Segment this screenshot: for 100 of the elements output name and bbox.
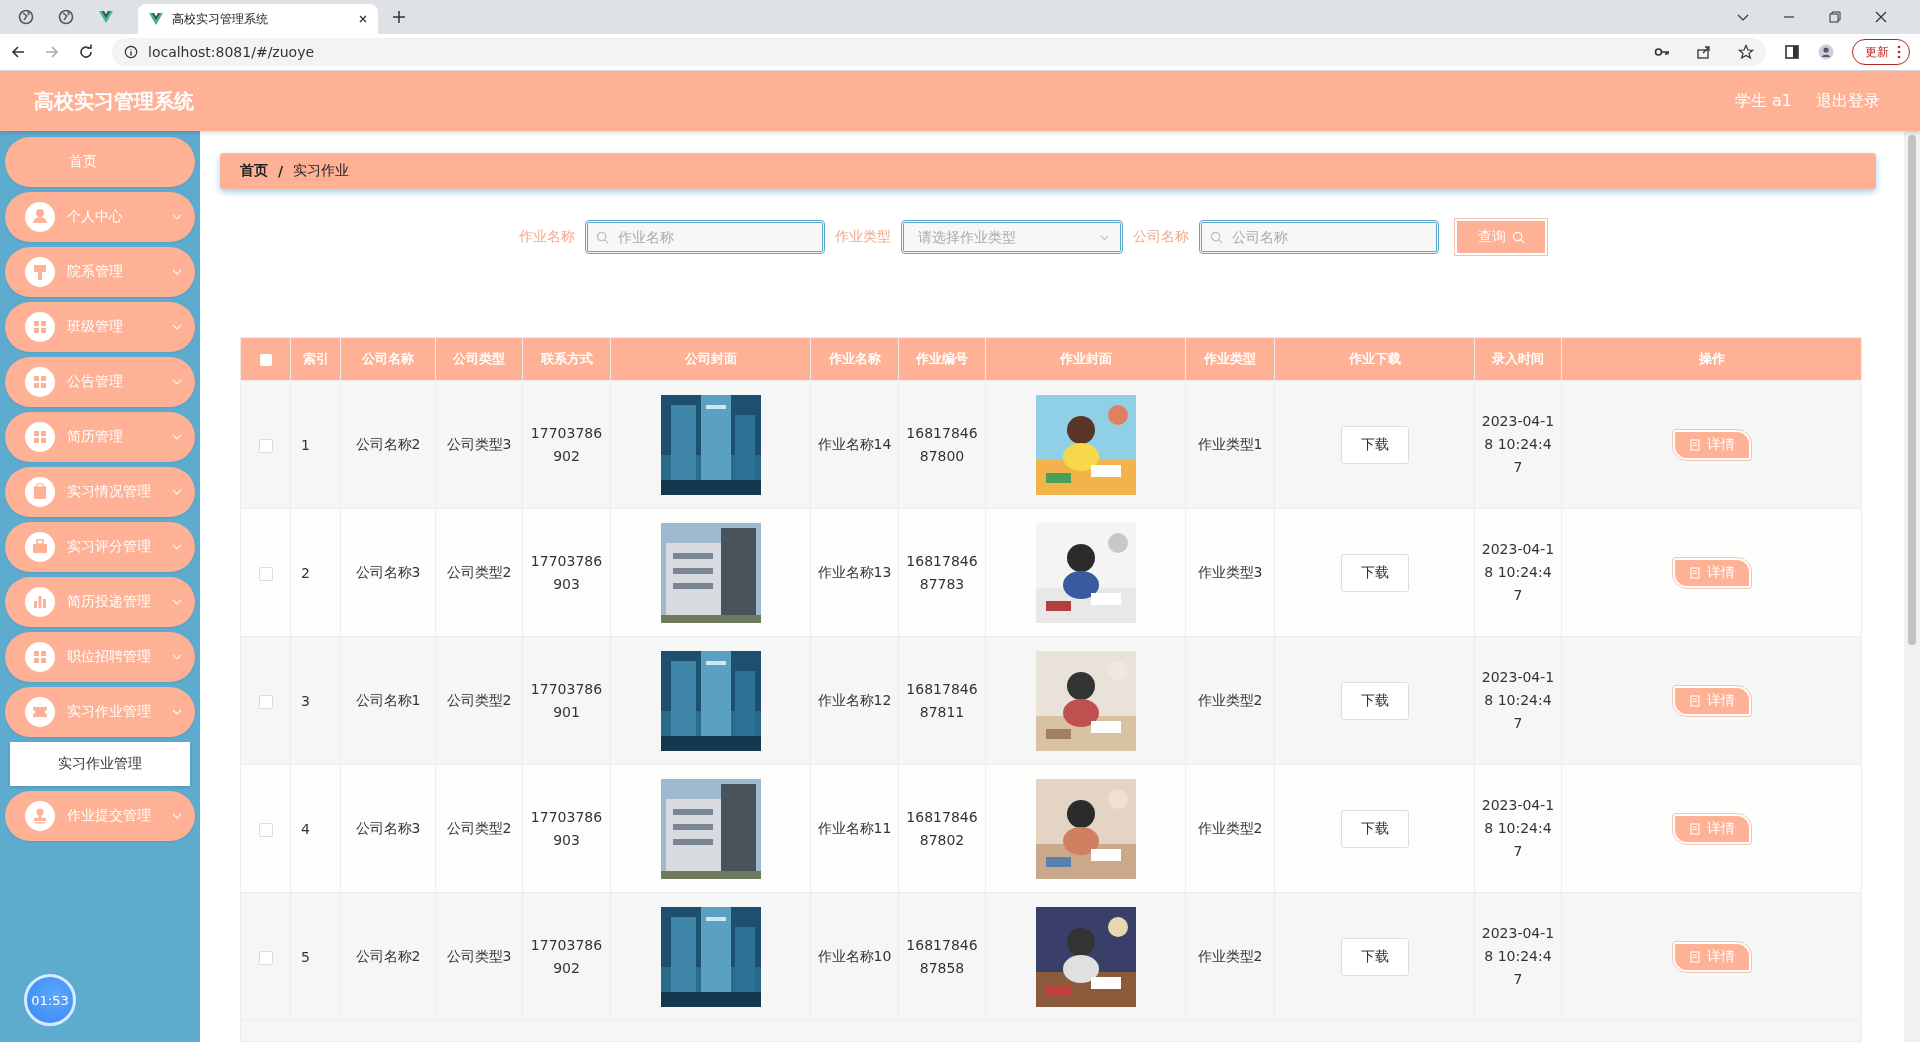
grid-icon bbox=[25, 367, 55, 397]
download-button[interactable]: 下载 bbox=[1340, 937, 1409, 976]
document-icon bbox=[1688, 438, 1701, 451]
table-cell-text: 2023-04-18 10:24:47 bbox=[1481, 668, 1555, 733]
submenu-item[interactable]: 实习作业管理 bbox=[10, 742, 190, 786]
address-field[interactable]: localhost:8081/#/zuoye bbox=[112, 38, 1766, 66]
profile-icon[interactable] bbox=[1818, 44, 1834, 60]
app-title: 高校实习管理系统 bbox=[34, 87, 194, 115]
table-cell: 1 bbox=[301, 436, 310, 453]
menu-item[interactable]: 实习作业管理 bbox=[5, 687, 195, 737]
timer-badge: 01:53 bbox=[24, 974, 76, 1026]
download-button[interactable]: 下载 bbox=[1340, 809, 1409, 848]
table-cell: 公司名称2 bbox=[355, 435, 421, 452]
table-cell: 公司类型2 bbox=[446, 563, 512, 580]
menu-item[interactable]: 公告管理 bbox=[5, 357, 195, 407]
menu-item[interactable]: 职位招聘管理 bbox=[5, 632, 195, 682]
field-label: 公司名称 bbox=[1133, 228, 1189, 246]
restore-icon[interactable] bbox=[1828, 10, 1842, 24]
menu-item[interactable]: 院系管理 bbox=[5, 247, 195, 297]
breadcrumb-link[interactable]: 首页 bbox=[240, 162, 268, 180]
search-icon bbox=[1511, 230, 1525, 244]
row-checkbox[interactable] bbox=[258, 438, 273, 453]
column-header: 公司名称 bbox=[340, 337, 436, 381]
browser-tab[interactable]: 高校实习管理系统 bbox=[138, 4, 378, 34]
search-field[interactable]: 作业名称 bbox=[585, 220, 825, 254]
menu-item[interactable]: 简历投递管理 bbox=[5, 577, 195, 627]
details-button[interactable]: 详情 bbox=[1672, 941, 1751, 972]
star-icon[interactable] bbox=[1738, 44, 1754, 60]
more-icon bbox=[1897, 45, 1901, 59]
globe-icon[interactable] bbox=[58, 9, 74, 25]
select-all-checkbox[interactable] bbox=[259, 354, 272, 366]
scrollbar[interactable] bbox=[1904, 131, 1920, 1042]
update-button[interactable]: 更新 bbox=[1852, 39, 1910, 65]
row-checkbox[interactable] bbox=[258, 950, 273, 965]
user-name: 学生 a1 bbox=[1734, 90, 1792, 112]
globe-icon[interactable] bbox=[18, 9, 34, 25]
close-tab-icon[interactable] bbox=[358, 14, 368, 24]
table-cell: 公司类型3 bbox=[446, 947, 512, 964]
clipboard-icon bbox=[25, 477, 55, 507]
reload-icon[interactable] bbox=[78, 44, 94, 60]
menu-item[interactable]: 班级管理 bbox=[5, 302, 195, 352]
menu-item[interactable]: 个人中心 bbox=[5, 192, 195, 242]
new-tab-icon[interactable] bbox=[392, 10, 406, 24]
table-cell: 作业类型3 bbox=[1197, 563, 1263, 580]
briefcase-icon bbox=[25, 532, 55, 562]
v-logo-icon[interactable] bbox=[98, 9, 114, 25]
details-button[interactable]: 详情 bbox=[1672, 557, 1751, 588]
column-header: 索引 bbox=[290, 337, 341, 381]
close-icon[interactable] bbox=[1874, 10, 1888, 24]
download-button[interactable]: 下载 bbox=[1340, 681, 1409, 720]
logout-link[interactable]: 退出登录 bbox=[1816, 90, 1880, 112]
share-icon[interactable] bbox=[1696, 44, 1712, 60]
table-cell: 公司名称3 bbox=[355, 563, 421, 580]
grid-icon bbox=[25, 642, 55, 672]
column-header: 联系方式 bbox=[522, 337, 611, 381]
details-button[interactable]: 详情 bbox=[1672, 429, 1751, 460]
search-field[interactable]: 公司名称 bbox=[1199, 220, 1439, 254]
table-cell-text: 17703786902 bbox=[529, 935, 604, 978]
grid-icon bbox=[25, 312, 55, 342]
row-checkbox[interactable] bbox=[258, 566, 273, 581]
table-cell: 3 bbox=[301, 692, 310, 709]
menu-item[interactable]: 首页 bbox=[5, 137, 195, 187]
menu-item[interactable]: 简历管理 bbox=[5, 412, 195, 462]
table-cell-text: 1681784687800 bbox=[905, 423, 979, 466]
column-header: 录入时间 bbox=[1474, 337, 1562, 381]
table-cell-text: 作业名称11 bbox=[817, 819, 892, 838]
bar-chart-icon bbox=[25, 587, 55, 617]
column-header: 操作 bbox=[1561, 337, 1862, 381]
menu-item[interactable]: 实习评分管理 bbox=[5, 522, 195, 572]
table-cell: 作业类型2 bbox=[1197, 819, 1263, 836]
search-button[interactable]: 查询 bbox=[1455, 219, 1547, 255]
menu-item[interactable]: 作业提交管理 bbox=[5, 791, 195, 841]
document-icon bbox=[1688, 694, 1701, 707]
table-cell: 公司名称2 bbox=[355, 947, 421, 964]
table-cell: 作业类型1 bbox=[1197, 435, 1263, 452]
details-button[interactable]: 详情 bbox=[1672, 813, 1751, 844]
table-cell: 公司类型2 bbox=[446, 691, 512, 708]
table-cell-text: 17703786901 bbox=[529, 679, 604, 722]
stamp-icon bbox=[25, 801, 55, 831]
table-cell-text: 作业名称10 bbox=[817, 947, 892, 966]
back-icon[interactable] bbox=[10, 44, 26, 60]
breadcrumb-link[interactable]: 实习作业 bbox=[293, 162, 350, 180]
person-icon bbox=[25, 202, 55, 232]
document-icon bbox=[1688, 950, 1701, 963]
menu-item[interactable]: 实习情况管理 bbox=[5, 467, 195, 517]
column-header: 作业类型 bbox=[1185, 337, 1275, 381]
info-icon[interactable] bbox=[124, 45, 138, 59]
row-checkbox[interactable] bbox=[258, 694, 273, 709]
field-label: 作业名称 bbox=[519, 228, 575, 246]
download-button[interactable]: 下载 bbox=[1340, 425, 1409, 464]
table-cell-text: 2023-04-18 10:24:47 bbox=[1481, 540, 1555, 605]
details-button[interactable]: 详情 bbox=[1672, 685, 1751, 716]
table-cell-text: 1681784687811 bbox=[905, 679, 979, 722]
table-cell-text: 17703786903 bbox=[529, 807, 604, 850]
download-button[interactable]: 下载 bbox=[1340, 553, 1409, 592]
side-panel-icon[interactable] bbox=[1784, 44, 1800, 60]
row-checkbox[interactable] bbox=[258, 822, 273, 837]
type-dropdown[interactable]: 请选择作业类型 bbox=[901, 220, 1123, 254]
column-header: 作业封面 bbox=[985, 337, 1186, 381]
table-cell-text: 17703786903 bbox=[529, 551, 604, 594]
